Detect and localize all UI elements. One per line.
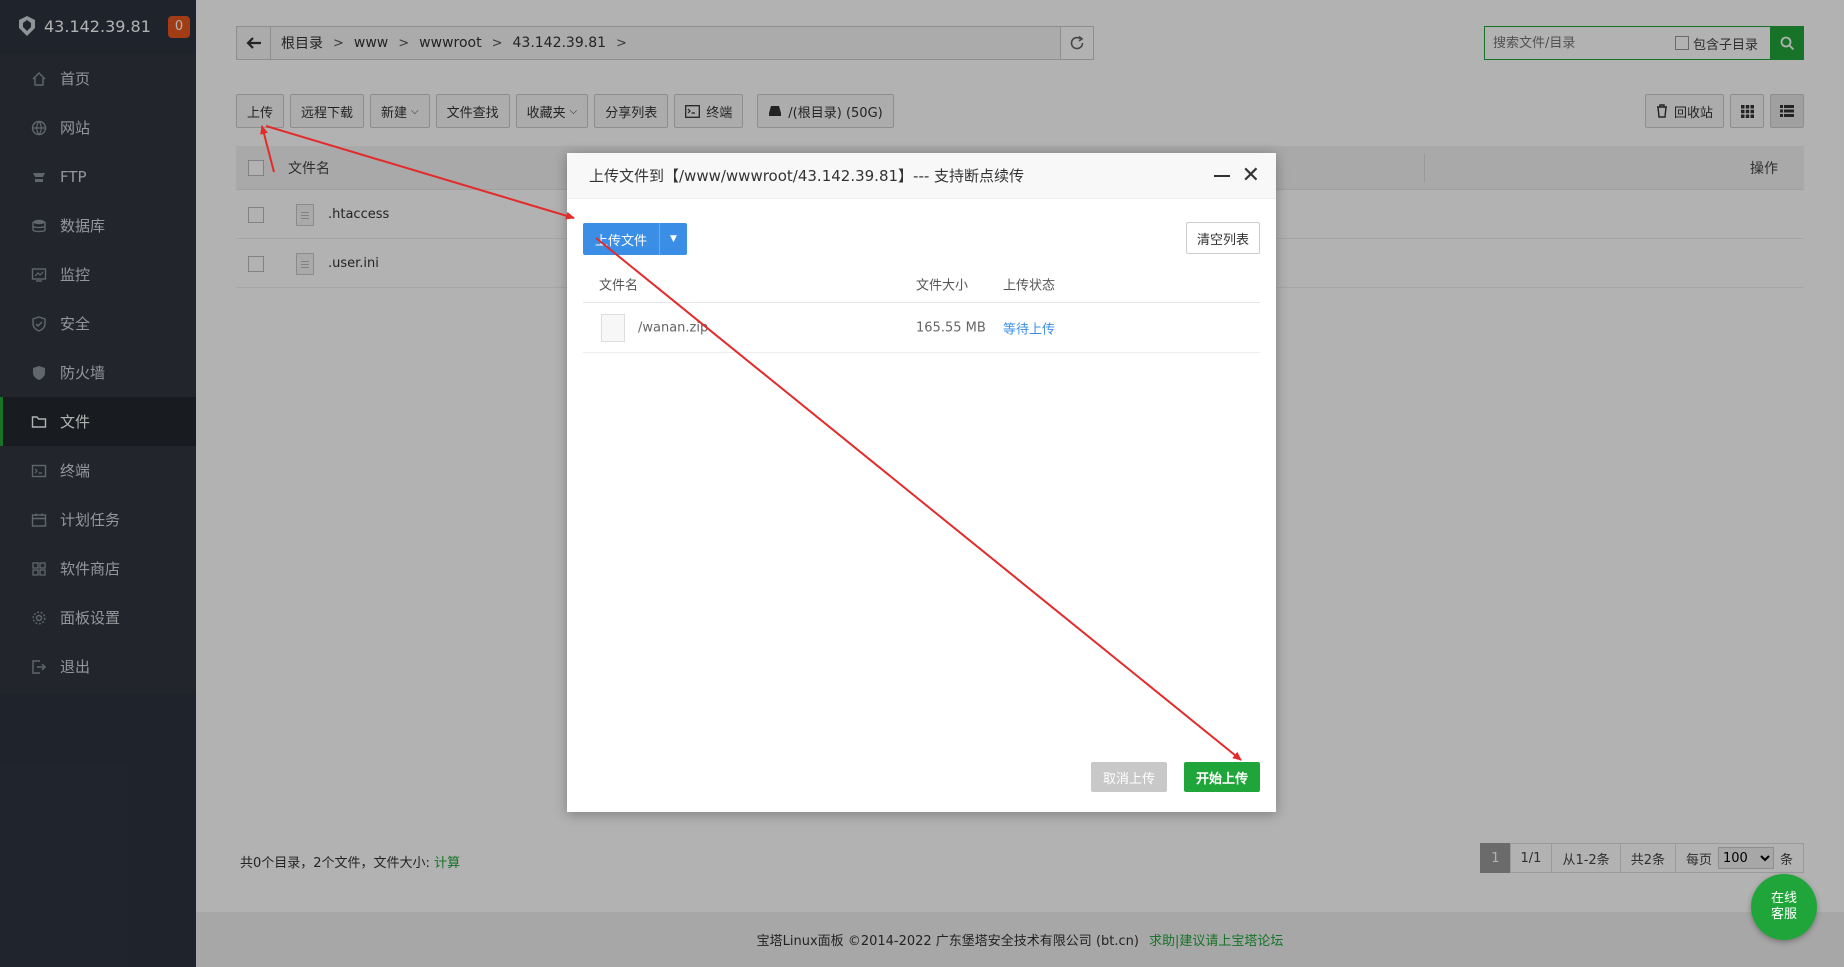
col-upload-size: 文件大小 — [916, 278, 969, 293]
upload-file-row[interactable]: /wanan.zip 165.55 MB 等待上传 — [583, 303, 1260, 353]
upload-file-split-button: 上传文件 ▼ — [583, 223, 688, 255]
upload-file-size: 165.55 MB — [916, 320, 986, 335]
service-line1: 在线 — [1770, 891, 1797, 906]
dialog-title: 上传文件到【/www/wwwroot/43.142.39.81】--- 支持断点… — [589, 167, 1025, 185]
online-service-button[interactable]: 在线 客服 — [1751, 874, 1817, 940]
file-icon — [601, 314, 625, 342]
dialog-header: 上传文件到【/www/wwwroot/43.142.39.81】--- 支持断点… — [567, 153, 1276, 199]
upload-dialog: 上传文件到【/www/wwwroot/43.142.39.81】--- 支持断点… — [567, 153, 1276, 812]
upload-file-name: /wanan.zip — [638, 320, 709, 335]
service-line2: 客服 — [1770, 907, 1797, 922]
clear-list-button[interactable]: 清空列表 — [1185, 222, 1260, 254]
cancel-upload-button[interactable]: 取消上传 — [1090, 762, 1167, 792]
close-icon[interactable]: ✕ — [1242, 163, 1260, 188]
caret-down-icon: ▼ — [670, 234, 677, 244]
upload-file-status: 等待上传 — [1003, 322, 1056, 337]
col-upload-filename: 文件名 — [599, 278, 639, 293]
minimize-icon[interactable] — [1214, 175, 1230, 177]
upload-dropdown-button[interactable]: ▼ — [659, 223, 688, 255]
upload-table-header: 文件名 文件大小 上传状态 — [583, 265, 1260, 303]
start-upload-button[interactable]: 开始上传 — [1183, 762, 1260, 792]
upload-file-button[interactable]: 上传文件 — [583, 223, 660, 255]
col-upload-status: 上传状态 — [1003, 278, 1056, 293]
